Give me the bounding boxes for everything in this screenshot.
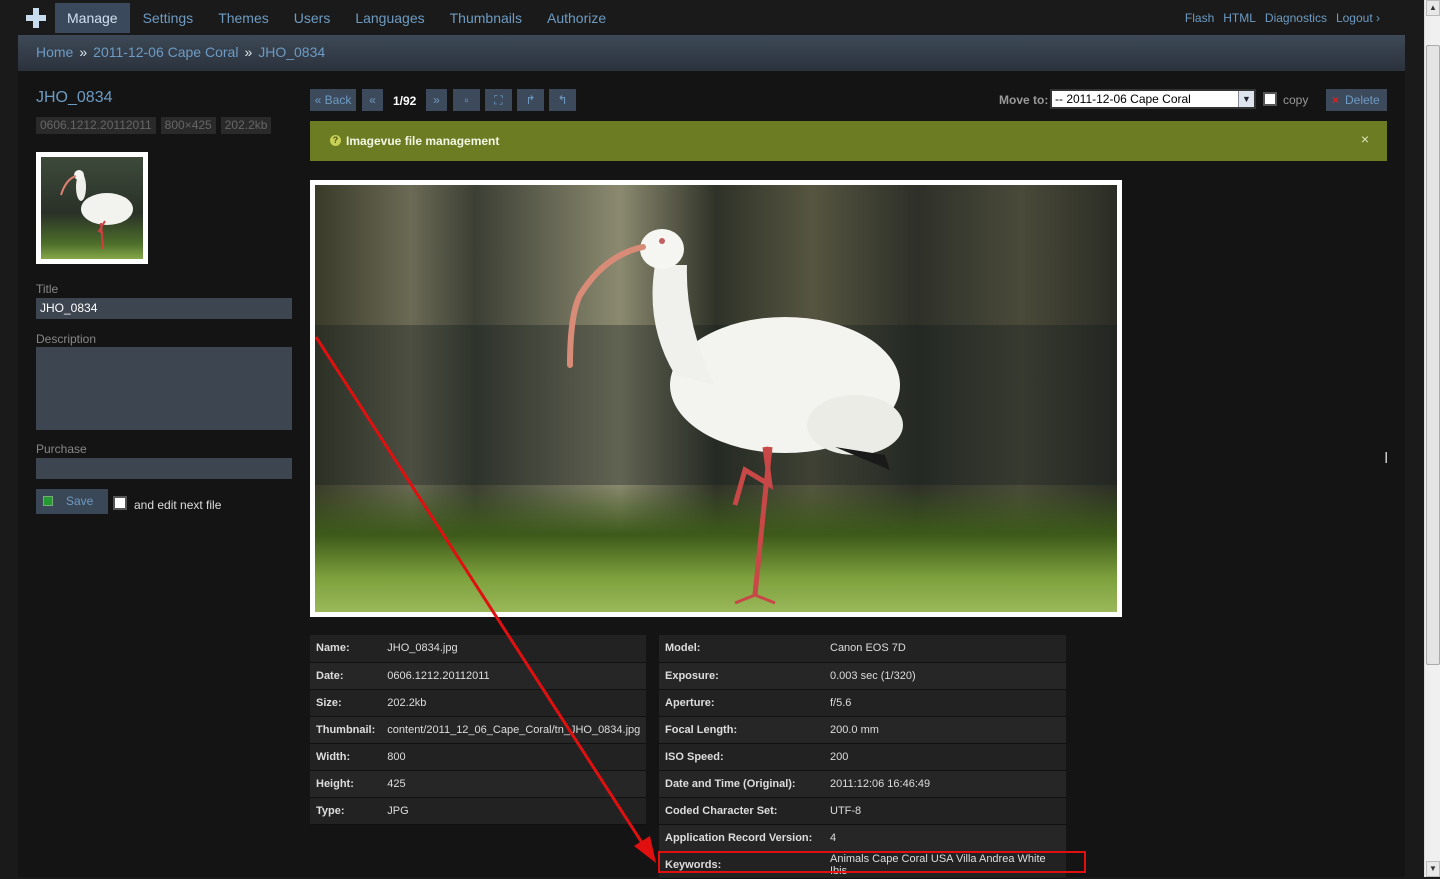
text-cursor-icon: I: [1384, 450, 1389, 467]
vertical-scrollbar[interactable]: ▲ ▼: [1424, 0, 1440, 877]
scrollbar-thumb[interactable]: [1426, 45, 1440, 665]
annotation-arrow: [314, 336, 656, 863]
keywords-highlight-box: [658, 851, 1086, 873]
scroll-up-arrow-icon[interactable]: ▲: [1426, 0, 1440, 16]
scroll-down-arrow-icon[interactable]: ▼: [1426, 861, 1440, 877]
